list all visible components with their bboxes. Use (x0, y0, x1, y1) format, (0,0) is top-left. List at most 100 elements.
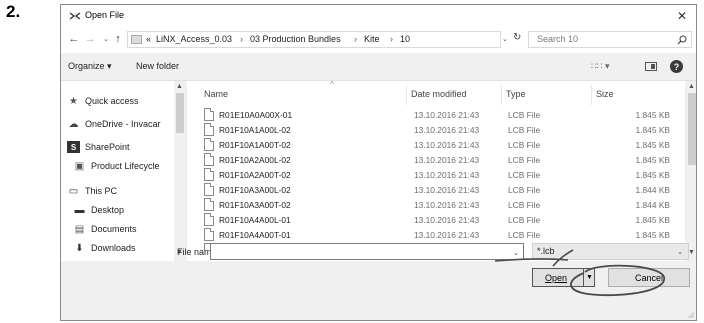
nav-this-pc[interactable]: ▭ This PC (67, 183, 117, 199)
column-header-name[interactable]: Name (204, 89, 228, 99)
file-name: R01F10A3A00T-02 (219, 200, 291, 210)
file-size: 1.845 KB (635, 215, 670, 225)
breadcrumb-item[interactable]: Kite (364, 34, 380, 44)
breadcrumb-separator: › (354, 34, 357, 44)
new-folder-button[interactable]: New folder (136, 61, 179, 71)
cancel-button[interactable]: Cancel (608, 268, 690, 287)
step-number: 2. (6, 2, 21, 21)
file-type-filter[interactable]: *.lcb ⌄ (532, 243, 689, 260)
title-bar: Open File ✕ (61, 5, 696, 27)
breadcrumb-separator: › (240, 34, 243, 44)
navigation-pane: ★ Quick access ☁ OneDrive - Invacar S Sh… (61, 81, 186, 261)
file-type: LCB File (508, 200, 541, 210)
file-row[interactable]: R01F10A2A00T-02 13.10.2016 21:43 LCB Fil… (202, 168, 682, 182)
computer-icon: ▭ (68, 185, 79, 197)
preview-pane-icon[interactable] (645, 62, 657, 71)
nav-onedrive[interactable]: ☁ OneDrive - Invacar (67, 116, 161, 132)
file-date: 13.10.2016 21:43 (414, 170, 480, 180)
file-size: 1.845 KB (635, 155, 670, 165)
nav-desktop[interactable]: ▬ Desktop (73, 202, 125, 218)
nav-item-label: Product Lifecycle (91, 161, 160, 171)
file-type: LCB File (508, 185, 541, 195)
breadcrumb-item[interactable]: LiNX_Access_0.03 (156, 34, 232, 44)
file-type: LCB File (508, 110, 541, 120)
file-name: R01F10A4A00T-01 (219, 230, 291, 240)
column-divider[interactable] (406, 85, 407, 105)
file-icon (204, 228, 214, 241)
file-size: 1.845 KB (635, 230, 670, 240)
nav-downloads[interactable]: ⬇ Downloads (73, 240, 135, 256)
file-row[interactable]: R01F10A3A00T-02 13.10.2016 21:43 LCB Fil… (202, 198, 682, 212)
open-button-label: Open (544, 273, 568, 283)
organize-button[interactable]: Organize ▾ (68, 61, 112, 72)
file-icon (204, 123, 214, 136)
nav-sharepoint[interactable]: S SharePoint (67, 139, 130, 155)
scroll-up-icon[interactable]: ▲ (176, 83, 183, 90)
file-name: R01F10A1A00T-02 (219, 140, 291, 150)
column-divider[interactable] (501, 85, 502, 105)
file-row[interactable]: R01F10A4A00T-01 13.10.2016 21:43 LCB Fil… (202, 228, 682, 242)
file-row[interactable]: R01F10A3A00L-02 13.10.2016 21:43 LCB Fil… (202, 183, 682, 197)
file-row[interactable]: R01F10A1A00T-02 13.10.2016 21:43 LCB Fil… (202, 138, 682, 152)
back-button[interactable]: ← (67, 32, 81, 46)
cloud-icon: ☁ (68, 118, 79, 130)
address-bar[interactable]: « LiNX_Access_0.03 › 03 Production Bundl… (127, 31, 501, 48)
open-button[interactable]: Open ▼ (532, 268, 595, 287)
file-row[interactable]: R01F10A1A00L-02 13.10.2016 21:43 LCB Fil… (202, 123, 682, 137)
file-type: LCB File (508, 140, 541, 150)
dialog-title: Open File (85, 10, 125, 20)
nav-quick-access[interactable]: ★ Quick access (67, 93, 139, 109)
open-options-dropdown[interactable]: ▼ (583, 269, 595, 286)
file-date: 13.10.2016 21:43 (414, 185, 480, 195)
file-date: 13.10.2016 21:43 (414, 140, 480, 150)
desktop-icon: ▬ (74, 204, 85, 216)
file-name-dropdown-icon[interactable]: ⌄ (513, 249, 519, 257)
column-divider[interactable] (591, 85, 592, 105)
resize-grip-icon[interactable] (686, 310, 694, 318)
file-type: LCB File (508, 155, 541, 165)
close-button[interactable]: ✕ (668, 5, 696, 27)
address-bar-row: ← → ⌄ ↑ « LiNX_Access_0.03 › 03 Producti… (61, 27, 696, 53)
breadcrumb-overflow[interactable]: « (146, 34, 151, 44)
breadcrumb-item[interactable]: 03 Production Bundles (250, 34, 341, 44)
nav-pane-scrollbar[interactable]: ▲ ▼ (174, 81, 186, 261)
address-dropdown-icon[interactable]: ⌄ (502, 35, 508, 43)
file-row[interactable]: R01F10A4A00L-01 13.10.2016 21:43 LCB Fil… (202, 213, 682, 227)
app-icon (69, 12, 81, 20)
nav-product-lifecycle[interactable]: ▣ Product Lifecycle (73, 158, 160, 174)
file-size: 1.844 KB (635, 185, 670, 195)
column-header-date[interactable]: Date modified (411, 89, 467, 99)
nav-item-label: Documents (91, 224, 137, 234)
file-size: 1.845 KB (635, 125, 670, 135)
folder-icon (131, 35, 142, 44)
change-view-button[interactable]: ∷∷ ▾ (591, 61, 609, 72)
search-placeholder: Search 10 (537, 34, 579, 44)
forward-button[interactable]: → (83, 32, 97, 46)
nav-documents[interactable]: ▤ Documents (73, 221, 137, 237)
star-icon: ★ (69, 95, 78, 107)
search-input[interactable]: Search 10 (528, 31, 692, 48)
refresh-button[interactable]: ↻ (513, 32, 521, 43)
file-name: R01F10A4A00L-01 (219, 215, 291, 225)
file-name-input[interactable] (210, 243, 524, 260)
file-row[interactable]: R01E10A0A00X-01 13.10.2016 21:43 LCB Fil… (202, 108, 682, 122)
dialog-footer (61, 261, 696, 320)
column-header-type[interactable]: Type (506, 89, 526, 99)
scroll-thumb[interactable] (176, 93, 184, 133)
scroll-thumb[interactable] (688, 93, 696, 165)
file-icon (204, 198, 214, 211)
up-button[interactable]: ↑ (111, 32, 125, 46)
scroll-up-icon[interactable]: ▲ (688, 83, 695, 90)
file-size: 1.845 KB (635, 170, 670, 180)
file-list-scrollbar[interactable]: ▲ ▼ (685, 81, 696, 261)
file-icon (204, 183, 214, 196)
breadcrumb-separator: › (390, 34, 393, 44)
scroll-down-icon[interactable]: ▼ (688, 249, 695, 256)
file-icon (204, 108, 214, 121)
breadcrumb-item[interactable]: 10 (400, 34, 410, 44)
file-name: R01F10A3A00L-02 (219, 185, 291, 195)
help-button[interactable]: ? (670, 60, 683, 73)
file-type: LCB File (508, 230, 541, 240)
column-header-size[interactable]: Size (596, 89, 614, 99)
file-row[interactable]: R01F10A2A00L-02 13.10.2016 21:43 LCB Fil… (202, 153, 682, 167)
